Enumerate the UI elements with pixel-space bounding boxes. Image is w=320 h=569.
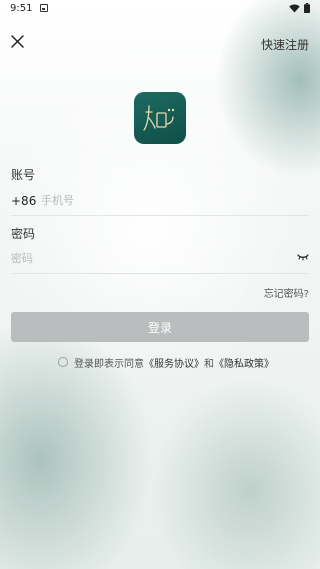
login-screen: 9:51 快速注册 账号 +86 手机号 密码 忘记密码? 登录 登录即表示同意… <box>0 0 320 569</box>
privacy-policy-link[interactable]: 《隐私政策》 <box>214 359 274 370</box>
status-time: 9:51 <box>10 2 33 14</box>
agreement-connector: 和 <box>204 358 214 370</box>
agreement-text: 登录即表示同意《服务协议》和《隐私政策》 <box>74 355 274 370</box>
phone-input[interactable] <box>41 194 281 207</box>
close-icon <box>10 34 24 48</box>
login-button[interactable]: 登录 <box>11 312 309 342</box>
status-left: 9:51 <box>10 2 49 14</box>
agreement-row: 登录即表示同意《服务协议》和《隐私政策》 <box>58 354 274 370</box>
close-button[interactable] <box>8 32 26 50</box>
forgot-password-link[interactable]: 忘记密码? <box>264 285 309 300</box>
checkbox-icon[interactable] <box>58 357 68 367</box>
status-bar: 9:51 <box>0 0 320 16</box>
password-input[interactable] <box>11 252 281 265</box>
status-right <box>289 3 310 13</box>
wifi-icon <box>289 4 300 12</box>
phone-field-row: +86 <box>11 186 309 216</box>
sim-card-icon <box>40 4 49 12</box>
agreement-prefix: 登录即表示同意 <box>74 358 144 370</box>
password-label: 密码 <box>11 227 36 241</box>
quick-register-link[interactable]: 快速注册 <box>261 36 309 53</box>
app-logo <box>134 92 186 144</box>
top-bar: 快速注册 <box>0 28 320 58</box>
app-logo-icon <box>143 105 175 131</box>
password-field-row <box>11 244 309 274</box>
service-agreement-link[interactable]: 《服务协议》 <box>144 359 204 370</box>
battery-icon <box>304 3 310 13</box>
eye-closed-icon[interactable] <box>297 252 309 262</box>
country-code[interactable]: +86 <box>11 194 41 208</box>
account-label: 账号 <box>11 168 36 182</box>
